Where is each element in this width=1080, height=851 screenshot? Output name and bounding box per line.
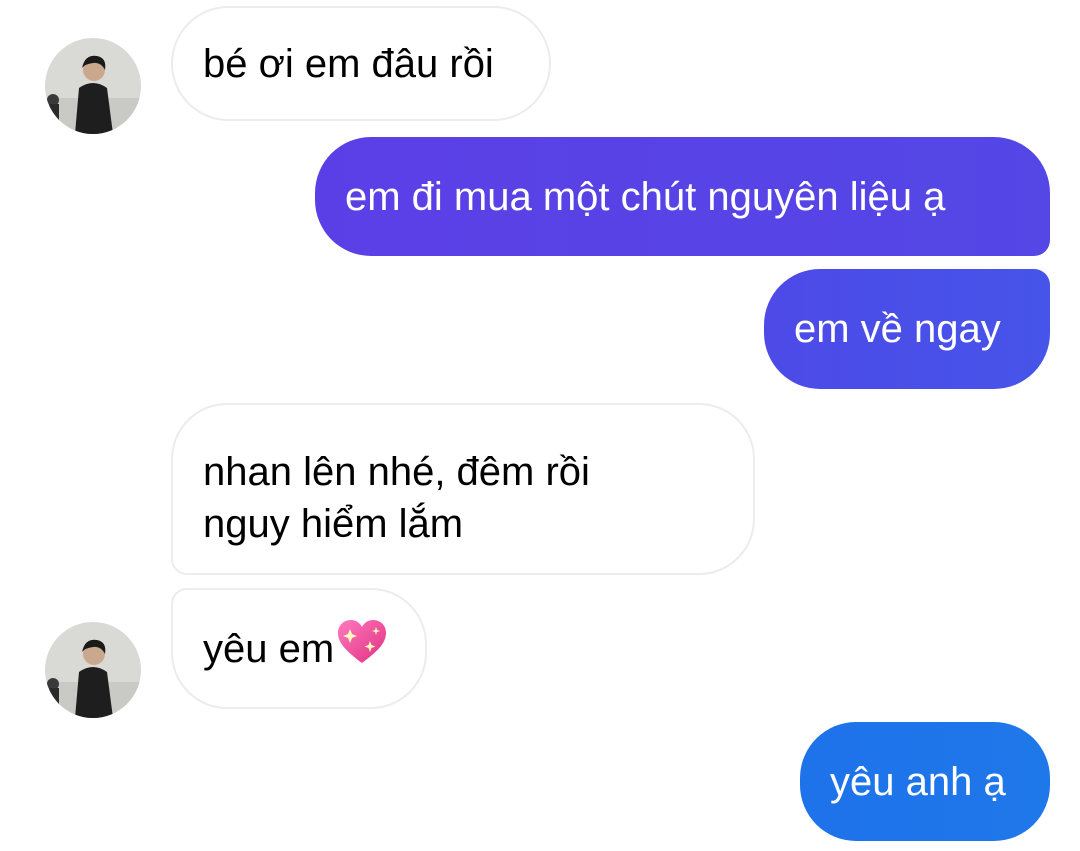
message-bubble-incoming[interactable]: yêu em [171,588,427,709]
message-text: yêu em [203,626,335,671]
message-text: yêu anh ạ [830,759,1006,804]
message-text: em đi mua một chút nguyên liệu ạ [345,174,946,219]
contact-avatar-icon[interactable] [45,38,141,134]
message-bubble-outgoing[interactable]: em về ngay [764,269,1050,389]
message-text-line: nguy hiểm lắm [203,502,464,546]
message-text: em về ngay [794,307,1001,351]
message-bubble-outgoing[interactable]: yêu anh ạ [800,722,1050,841]
message-bubble-outgoing[interactable]: em đi mua một chút nguyên liệu ạ [315,137,1050,256]
message-bubble-incoming[interactable]: bé ơi em đâu rồi [171,6,551,121]
sparkling-heart-icon [336,619,388,678]
message-text: bé ơi em đâu rồi [203,41,494,86]
message-text-line: nhan lên nhé, đêm rồi [203,450,590,494]
contact-avatar-icon[interactable] [45,622,141,718]
message-bubble-incoming[interactable]: nhan lên nhé, đêm rồi nguy hiểm lắm [171,403,755,575]
